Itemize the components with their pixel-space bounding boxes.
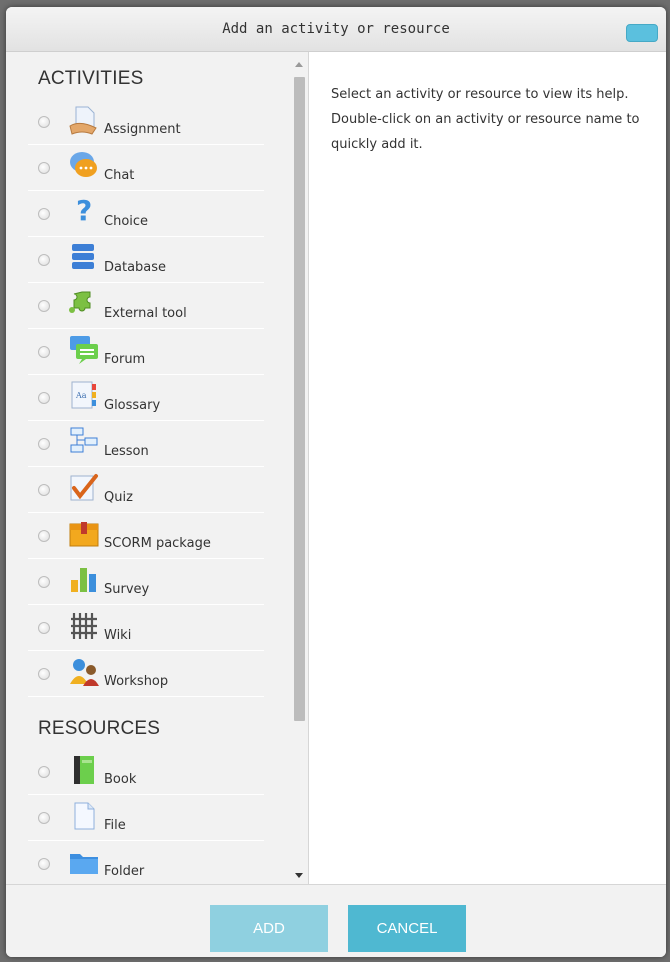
- svg-text:Aa: Aa: [75, 391, 87, 400]
- forum-icon: [70, 336, 98, 364]
- add-activity-dialog: Add an activity or resource ACTIVITIES A…: [6, 7, 666, 957]
- option-wiki[interactable]: Wiki: [28, 604, 264, 651]
- option-folder[interactable]: Folder: [28, 840, 264, 884]
- quiz-icon: [70, 474, 98, 501]
- radio-button[interactable]: [38, 116, 50, 128]
- assignment-icon: [69, 106, 97, 135]
- option-label: Choice: [104, 214, 149, 229]
- dialog-title: Add an activity or resource: [222, 21, 450, 37]
- scroll-down-arrow-icon[interactable]: [295, 873, 303, 878]
- option-label: Book: [104, 772, 137, 787]
- resources-heading: RESOURCES: [38, 718, 161, 739]
- radio-button[interactable]: [38, 622, 50, 634]
- scroll-thumb[interactable]: [294, 77, 305, 721]
- external-tool-icon: [69, 291, 91, 313]
- close-button[interactable]: [626, 24, 658, 42]
- radio-button[interactable]: [38, 300, 50, 312]
- choice-icon: ?: [76, 196, 92, 227]
- scroll-up-arrow-icon[interactable]: [295, 62, 303, 67]
- radio-button[interactable]: [38, 346, 50, 358]
- option-quiz[interactable]: Quiz: [28, 466, 264, 513]
- activities-heading: ACTIVITIES: [38, 68, 144, 89]
- radio-button[interactable]: [38, 162, 50, 174]
- option-label: Assignment: [104, 122, 181, 137]
- file-icon: [74, 802, 95, 830]
- option-glossary[interactable]: Aa Glossary: [28, 374, 264, 421]
- option-label: Folder: [104, 864, 145, 879]
- survey-icon: [71, 568, 96, 592]
- help-pane: Select an activity or resource to view i…: [308, 52, 666, 884]
- option-chat[interactable]: Chat: [28, 144, 264, 191]
- option-label: Forum: [104, 352, 146, 367]
- scorm-package-icon: [69, 522, 99, 547]
- radio-button[interactable]: [38, 484, 50, 496]
- option-choice[interactable]: ? Choice: [28, 190, 264, 237]
- option-assignment[interactable]: Assignment: [28, 98, 264, 145]
- wiki-icon: [71, 613, 97, 639]
- option-file[interactable]: File: [28, 794, 264, 841]
- option-label: File: [104, 818, 126, 833]
- radio-button[interactable]: [38, 438, 50, 450]
- workshop-icon: [70, 659, 99, 686]
- option-label: Survey: [104, 582, 150, 597]
- option-label: Quiz: [104, 490, 133, 505]
- radio-button[interactable]: [38, 530, 50, 542]
- radio-button[interactable]: [38, 812, 50, 824]
- option-database[interactable]: Database: [28, 236, 264, 283]
- radio-button[interactable]: [38, 858, 50, 870]
- help-text: Select an activity or resource to view i…: [331, 87, 640, 152]
- option-external-tool[interactable]: External tool: [28, 282, 264, 329]
- option-label: Workshop: [104, 674, 169, 689]
- radio-button[interactable]: [38, 766, 50, 778]
- option-label: External tool: [104, 306, 187, 321]
- option-label: Database: [104, 260, 167, 275]
- database-icon: [72, 244, 94, 269]
- option-lesson[interactable]: Lesson: [28, 420, 264, 467]
- dialog-titlebar: Add an activity or resource: [6, 7, 666, 52]
- option-survey[interactable]: Survey: [28, 558, 264, 605]
- chat-icon: [70, 152, 97, 177]
- radio-button[interactable]: [38, 208, 50, 220]
- dialog-footer: ADD CANCEL: [6, 884, 666, 957]
- radio-button[interactable]: [38, 576, 50, 588]
- radio-button[interactable]: [38, 254, 50, 266]
- option-forum[interactable]: Forum: [28, 328, 264, 375]
- svg-text:?: ?: [76, 196, 92, 227]
- options-list: ACTIVITIES Assignment Chat ? Choice Data…: [6, 52, 308, 884]
- book-icon: [74, 756, 94, 784]
- folder-icon: [70, 854, 98, 874]
- option-label: SCORM package: [104, 536, 211, 551]
- option-scorm-package[interactable]: SCORM package: [28, 512, 264, 559]
- option-label: Chat: [104, 168, 135, 183]
- option-workshop[interactable]: Workshop: [28, 650, 264, 697]
- option-book[interactable]: Book: [28, 748, 264, 795]
- cancel-button[interactable]: CANCEL: [348, 905, 466, 952]
- option-label: Glossary: [104, 398, 161, 413]
- list-scrollbar[interactable]: [290, 52, 308, 884]
- glossary-icon: Aa: [71, 381, 96, 409]
- radio-button[interactable]: [38, 668, 50, 680]
- lesson-icon: [70, 427, 98, 453]
- option-label: Lesson: [104, 444, 149, 459]
- add-button[interactable]: ADD: [210, 905, 328, 952]
- radio-button[interactable]: [38, 392, 50, 404]
- option-label: Wiki: [104, 628, 132, 643]
